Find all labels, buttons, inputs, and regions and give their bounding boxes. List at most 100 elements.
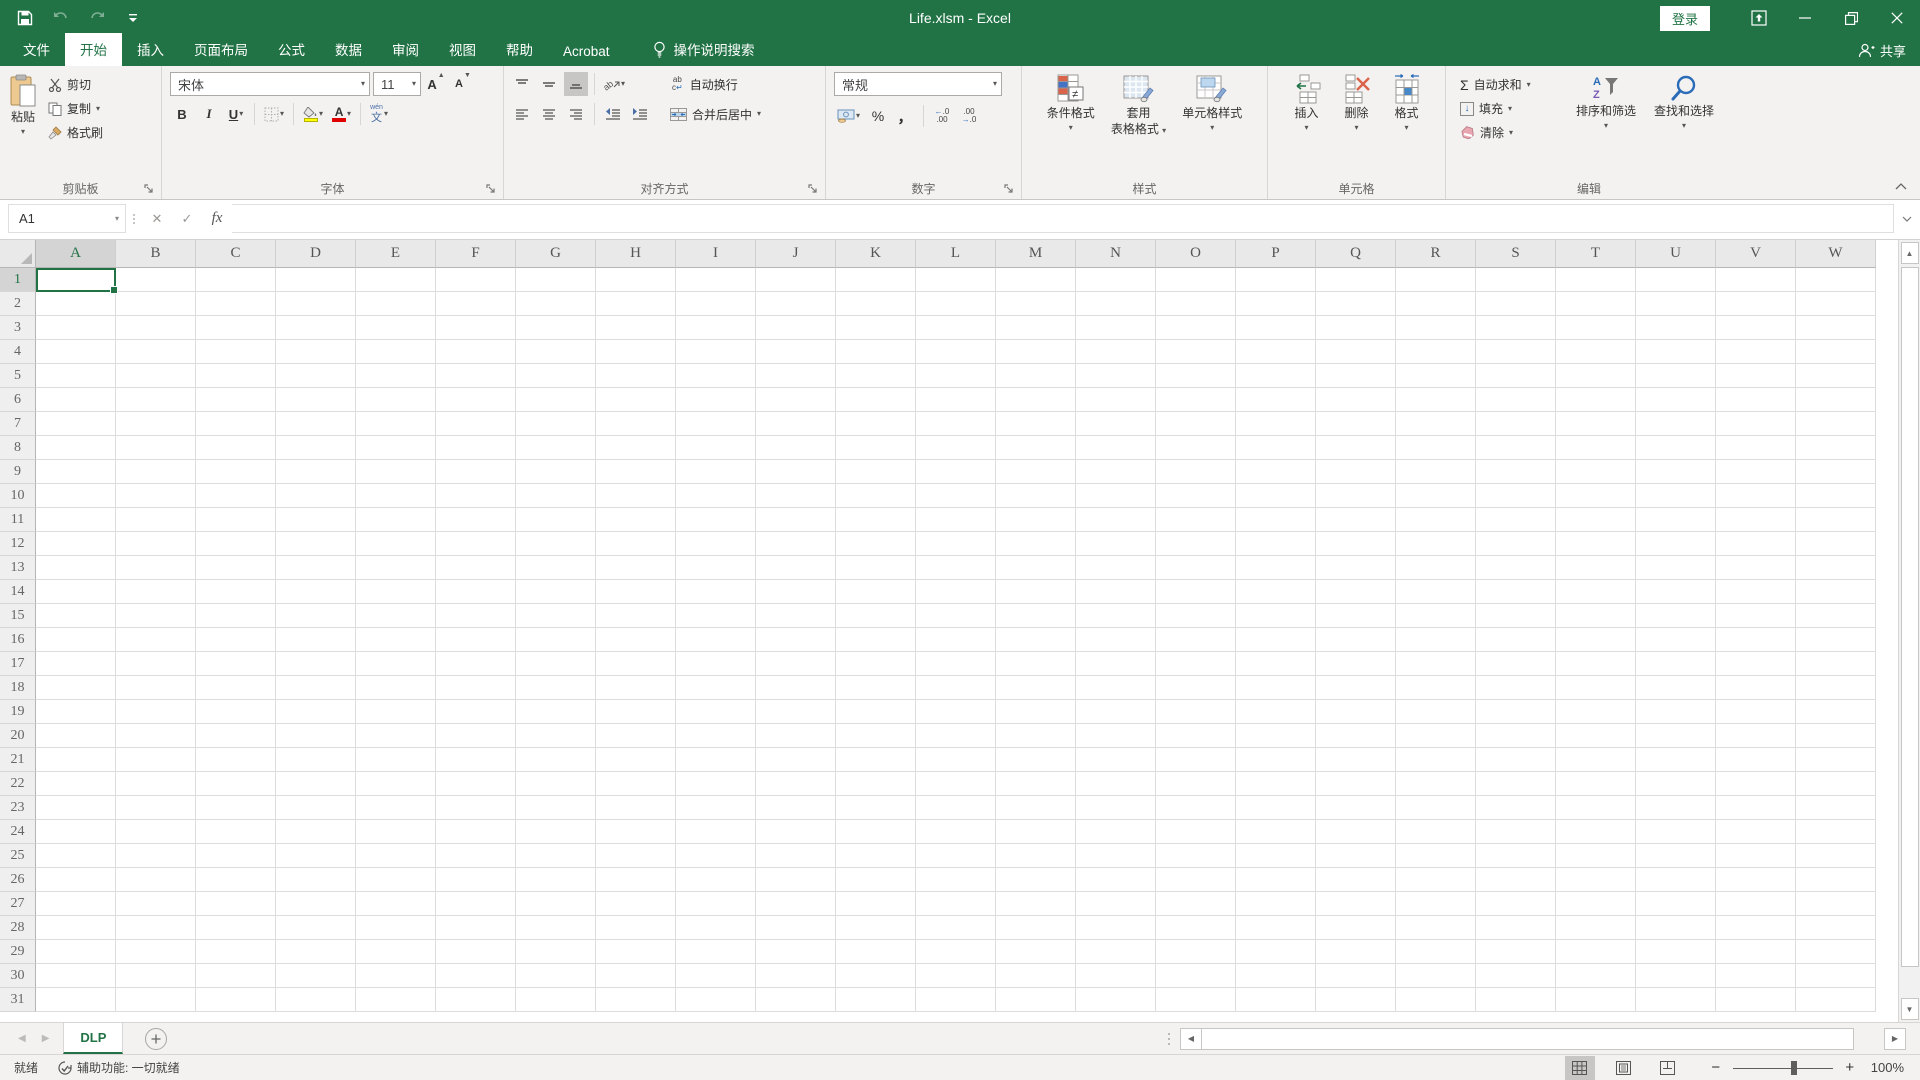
cell-M13[interactable] <box>996 556 1076 580</box>
cell-B17[interactable] <box>116 652 196 676</box>
cell-O24[interactable] <box>1156 820 1236 844</box>
sheet-tab-DLP[interactable]: DLP <box>63 1023 124 1054</box>
row-header-29[interactable]: 29 <box>0 940 36 964</box>
zoom-out-button[interactable]: − <box>1709 1059 1723 1076</box>
cell-H15[interactable] <box>596 604 676 628</box>
cell-O7[interactable] <box>1156 412 1236 436</box>
sign-in-button[interactable]: 登录 <box>1659 5 1710 31</box>
cell-P19[interactable] <box>1236 700 1316 724</box>
cell-F31[interactable] <box>436 988 516 1012</box>
cell-P20[interactable] <box>1236 724 1316 748</box>
cell-W14[interactable] <box>1796 580 1876 604</box>
cell-G16[interactable] <box>516 628 596 652</box>
cell-V21[interactable] <box>1716 748 1796 772</box>
fill-color-button[interactable]: ▾ <box>300 102 326 126</box>
cell-J20[interactable] <box>756 724 836 748</box>
undo-button[interactable] <box>50 7 72 29</box>
cell-I31[interactable] <box>676 988 756 1012</box>
orientation-button[interactable]: ab ▾ <box>601 72 628 96</box>
cell-K18[interactable] <box>836 676 916 700</box>
cell-G21[interactable] <box>516 748 596 772</box>
cell-B25[interactable] <box>116 844 196 868</box>
page-break-view-button[interactable] <box>1653 1056 1683 1080</box>
cell-F23[interactable] <box>436 796 516 820</box>
cell-R15[interactable] <box>1396 604 1476 628</box>
cell-B28[interactable] <box>116 916 196 940</box>
cell-O12[interactable] <box>1156 532 1236 556</box>
row-header-20[interactable]: 20 <box>0 724 36 748</box>
cell-S23[interactable] <box>1476 796 1556 820</box>
cell-T21[interactable] <box>1556 748 1636 772</box>
cell-E26[interactable] <box>356 868 436 892</box>
cell-P9[interactable] <box>1236 460 1316 484</box>
cell-R2[interactable] <box>1396 292 1476 316</box>
cell-Q8[interactable] <box>1316 436 1396 460</box>
column-header-Q[interactable]: Q <box>1316 240 1396 268</box>
cell-C12[interactable] <box>196 532 276 556</box>
cell-Q6[interactable] <box>1316 388 1396 412</box>
cell-V20[interactable] <box>1716 724 1796 748</box>
cell-A19[interactable] <box>36 700 116 724</box>
cell-P22[interactable] <box>1236 772 1316 796</box>
cell-R1[interactable] <box>1396 268 1476 292</box>
cell-D17[interactable] <box>276 652 356 676</box>
save-button[interactable] <box>14 7 36 29</box>
increase-indent-button[interactable] <box>628 102 652 126</box>
cell-H9[interactable] <box>596 460 676 484</box>
cell-F2[interactable] <box>436 292 516 316</box>
cell-G22[interactable] <box>516 772 596 796</box>
cell-V10[interactable] <box>1716 484 1796 508</box>
cell-A11[interactable] <box>36 508 116 532</box>
cell-D13[interactable] <box>276 556 356 580</box>
cell-F6[interactable] <box>436 388 516 412</box>
cell-N26[interactable] <box>1076 868 1156 892</box>
cell-Q17[interactable] <box>1316 652 1396 676</box>
normal-view-button[interactable] <box>1564 1055 1595 1080</box>
cell-I30[interactable] <box>676 964 756 988</box>
cell-L6[interactable] <box>916 388 996 412</box>
cell-E15[interactable] <box>356 604 436 628</box>
cell-W23[interactable] <box>1796 796 1876 820</box>
cell-P15[interactable] <box>1236 604 1316 628</box>
cell-A26[interactable] <box>36 868 116 892</box>
cell-N11[interactable] <box>1076 508 1156 532</box>
cell-O22[interactable] <box>1156 772 1236 796</box>
name-box[interactable]: A1 ▾ <box>8 204 126 233</box>
cell-B5[interactable] <box>116 364 196 388</box>
cell-I27[interactable] <box>676 892 756 916</box>
cell-G9[interactable] <box>516 460 596 484</box>
cell-Q18[interactable] <box>1316 676 1396 700</box>
cell-K7[interactable] <box>836 412 916 436</box>
row-header-25[interactable]: 25 <box>0 844 36 868</box>
cell-J19[interactable] <box>756 700 836 724</box>
cell-Q27[interactable] <box>1316 892 1396 916</box>
cell-M27[interactable] <box>996 892 1076 916</box>
cell-W12[interactable] <box>1796 532 1876 556</box>
cell-P29[interactable] <box>1236 940 1316 964</box>
paste-dropdown-caret[interactable]: ▾ <box>21 127 25 136</box>
cell-U3[interactable] <box>1636 316 1716 340</box>
cell-B3[interactable] <box>116 316 196 340</box>
row-header-10[interactable]: 10 <box>0 484 36 508</box>
cell-G12[interactable] <box>516 532 596 556</box>
cell-J27[interactable] <box>756 892 836 916</box>
cell-N1[interactable] <box>1076 268 1156 292</box>
cell-C18[interactable] <box>196 676 276 700</box>
accounting-format-button[interactable]: ▾ <box>834 104 863 128</box>
cell-N4[interactable] <box>1076 340 1156 364</box>
cell-O8[interactable] <box>1156 436 1236 460</box>
cell-S20[interactable] <box>1476 724 1556 748</box>
cell-S12[interactable] <box>1476 532 1556 556</box>
cell-O11[interactable] <box>1156 508 1236 532</box>
format-cells-caret[interactable]: ▾ <box>1404 123 1408 132</box>
cell-K8[interactable] <box>836 436 916 460</box>
formula-input[interactable] <box>232 204 1894 233</box>
cell-F3[interactable] <box>436 316 516 340</box>
cell-B15[interactable] <box>116 604 196 628</box>
cell-U16[interactable] <box>1636 628 1716 652</box>
cell-T25[interactable] <box>1556 844 1636 868</box>
column-header-N[interactable]: N <box>1076 240 1156 268</box>
cell-W11[interactable] <box>1796 508 1876 532</box>
cell-E27[interactable] <box>356 892 436 916</box>
cell-O30[interactable] <box>1156 964 1236 988</box>
